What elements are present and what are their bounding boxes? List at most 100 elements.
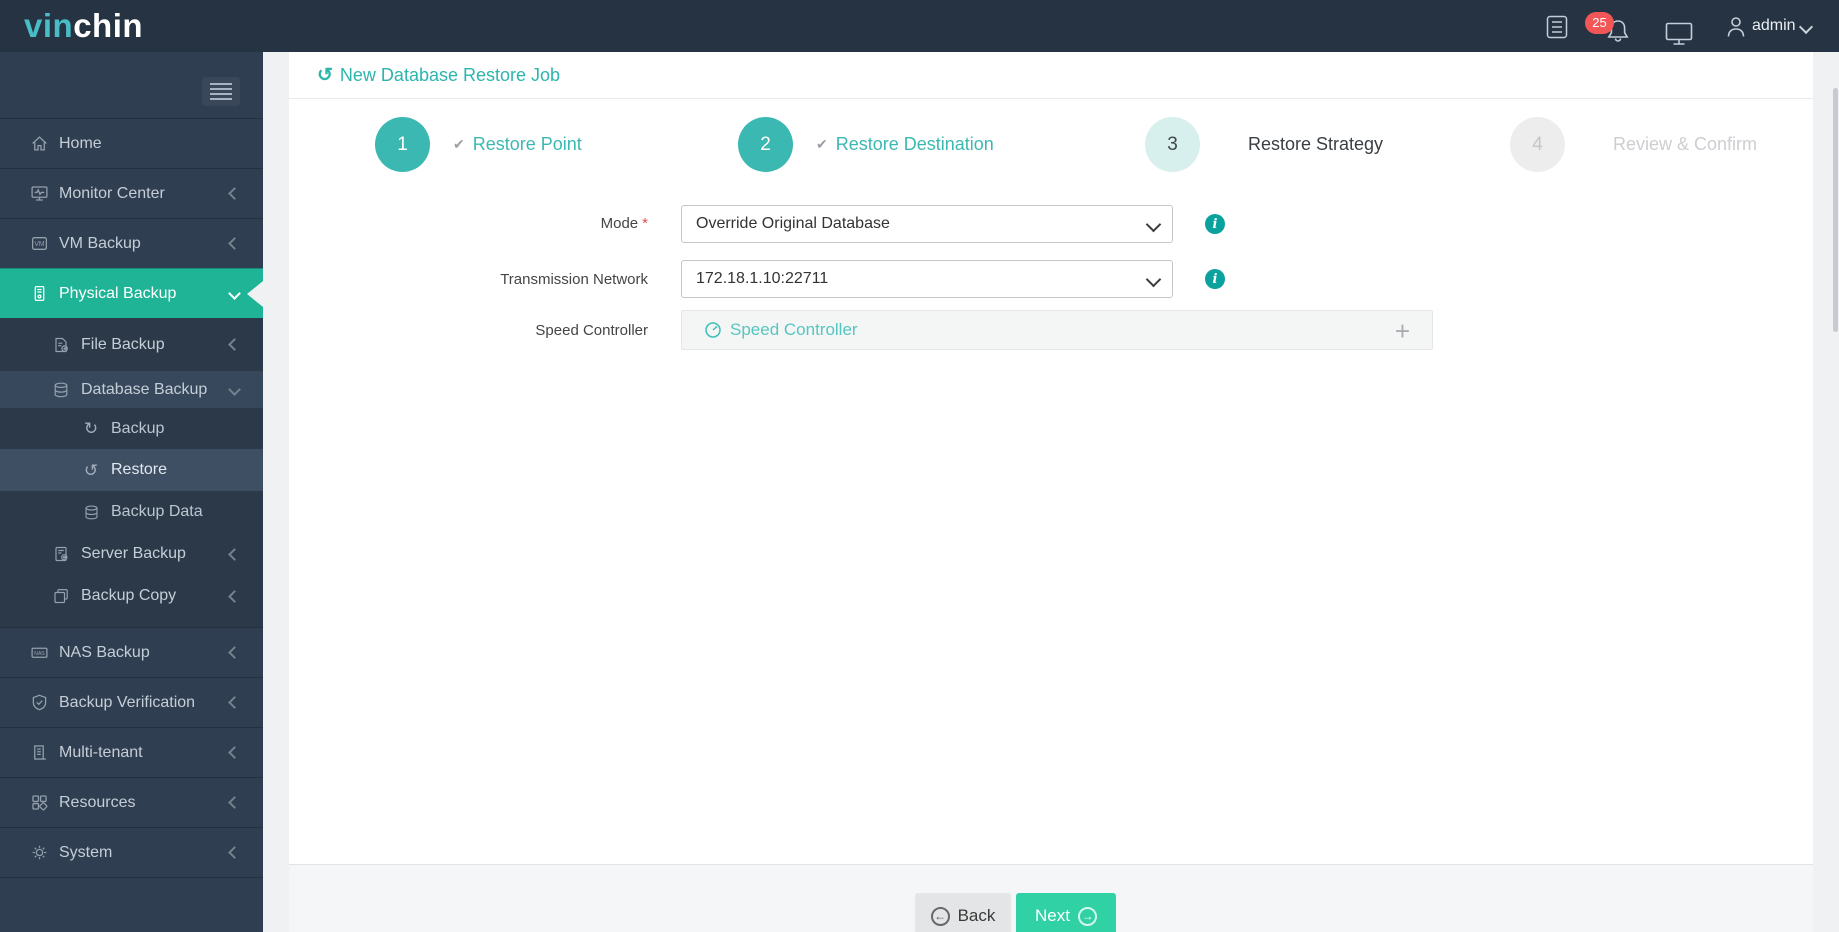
svg-text:VM: VM: [34, 241, 45, 248]
file-backup-icon: [50, 336, 72, 354]
sidebar-item-backup-verification[interactable]: Backup Verification: [0, 677, 263, 727]
sidebar-item-backup[interactable]: ↻ Backup: [0, 408, 263, 449]
speedometer-icon: [704, 321, 722, 339]
sidebar-item-label: Monitor Center: [59, 184, 165, 202]
physical-backup-submenu: File Backup Database Backup ↻ Backup ↺ R…: [0, 318, 263, 627]
speed-controller-placeholder: Speed Controller: [730, 320, 858, 339]
step-number: 2: [760, 133, 771, 155]
report-list-icon[interactable]: [1546, 15, 1568, 39]
step-number: 1: [397, 133, 408, 155]
sidebar-item-label: Multi-tenant: [59, 743, 143, 761]
required-marker: *: [642, 215, 648, 232]
grid-icon: [28, 793, 50, 812]
sidebar-item-label: Physical Backup: [59, 284, 177, 302]
mode-info-icon[interactable]: i: [1205, 214, 1225, 234]
svg-text:NAS: NAS: [34, 651, 45, 657]
chevron-left-icon: [228, 338, 241, 351]
check-icon: ✔: [816, 136, 828, 152]
backup-copy-icon: [50, 587, 72, 605]
vinchin-logo: vinchin: [24, 0, 143, 52]
step-number: 3: [1167, 133, 1178, 155]
step-label: Restore Destination: [835, 134, 994, 154]
sidebar-item-label: File Backup: [81, 335, 165, 353]
topbar: vinchin 25 admin: [0, 0, 1839, 52]
step-number-circle: 4: [1510, 117, 1565, 172]
step-restore-strategy: 3 Restore Strategy: [1145, 117, 1383, 172]
sidebar-item-backup-data[interactable]: Backup Data: [0, 491, 263, 533]
page-title: ↺ New Database Restore Job: [317, 52, 560, 99]
mode-select-value: Override Original Database: [696, 215, 890, 232]
next-button-label: Next: [1035, 906, 1070, 925]
sidebar-item-resources[interactable]: Resources: [0, 777, 263, 827]
back-button-label: Back: [957, 906, 996, 925]
sidebar-item-vm-backup[interactable]: VM VM Backup: [0, 218, 263, 268]
sidebar-item-physical-backup[interactable]: Physical Backup: [0, 268, 263, 318]
gear-icon: [28, 843, 50, 862]
building-icon: [28, 743, 50, 762]
step-restore-point: 1 ✔ Restore Point: [375, 117, 582, 172]
sidebar-item-restore[interactable]: ↺ Restore: [0, 449, 263, 491]
step-number-circle: 3: [1145, 117, 1200, 172]
step-number-circle: 1: [375, 117, 430, 172]
username-label[interactable]: admin: [1752, 0, 1796, 52]
sidebar-item-label: VM Backup: [59, 234, 141, 252]
speed-controller-label: Speed Controller: [535, 322, 648, 339]
nas-backup-icon: NAS: [28, 643, 50, 662]
back-button[interactable]: ← Back: [915, 893, 1011, 932]
notification-count-badge[interactable]: 25: [1585, 12, 1614, 34]
step-restore-destination: 2 ✔ Restore Destination: [738, 117, 994, 172]
step-number-circle: 2: [738, 117, 793, 172]
chevron-left-icon: [228, 846, 241, 859]
chevron-down-icon: [228, 287, 241, 300]
add-speed-controller-button[interactable]: +: [1395, 313, 1410, 349]
main-panel: ↺ New Database Restore Job 1 ✔ Restore P…: [289, 52, 1813, 932]
sidebar-nav-bottom: NAS NAS Backup Backup Verification Multi…: [0, 627, 263, 878]
arrow-left-circle-icon: ←: [930, 906, 950, 926]
sidebar-item-file-backup[interactable]: File Backup: [0, 318, 263, 371]
chevron-left-icon: [228, 547, 241, 561]
sidebar-item-label: Resources: [59, 793, 136, 811]
logo-rest: chin: [73, 7, 144, 44]
active-item-notch: [247, 280, 263, 307]
step-label: Restore Strategy: [1248, 134, 1384, 154]
sidebar-item-system[interactable]: System: [0, 827, 263, 877]
check-icon: ✔: [453, 136, 465, 152]
database-icon: [80, 504, 102, 521]
sidebar-item-multi-tenant[interactable]: Multi-tenant: [0, 727, 263, 777]
step-label: Restore Point: [472, 134, 582, 154]
sidebar-item-label: Restore: [111, 461, 168, 478]
sidebar-item-home[interactable]: Home: [0, 118, 263, 168]
sidebar: Home Monitor Center VM VM Backup Physica…: [0, 52, 263, 932]
sidebar-item-backup-copy[interactable]: Backup Copy: [0, 575, 263, 617]
sidebar-item-label: Home: [59, 134, 102, 152]
transmission-network-label: Transmission Network: [500, 271, 648, 288]
sidebar-item-nas-backup[interactable]: NAS NAS Backup: [0, 627, 263, 677]
sidebar-item-database-backup[interactable]: Database Backup: [0, 371, 263, 408]
user-avatar-icon[interactable]: [1725, 15, 1747, 39]
chevron-left-icon: [228, 796, 241, 809]
speed-controller-bar[interactable]: Speed Controller +: [681, 310, 1433, 350]
chevron-left-icon: [228, 696, 241, 709]
restore-circular-arrow-icon: ↺: [83, 460, 99, 480]
mode-select[interactable]: Override Original Database: [681, 205, 1173, 243]
console-monitor-icon[interactable]: [1665, 22, 1693, 46]
sidebar-item-label: Database Backup: [81, 380, 208, 398]
wizard-footer: ← Back Next →: [289, 864, 1813, 932]
sidebar-item-monitor-center[interactable]: Monitor Center: [0, 168, 263, 218]
chevron-left-icon: [228, 746, 241, 759]
chevron-left-icon: [228, 589, 241, 603]
step-number: 4: [1532, 133, 1543, 155]
shield-check-icon: [28, 693, 50, 712]
logo-accent: vin: [24, 7, 74, 44]
chevron-down-icon: [228, 383, 241, 396]
page-title-bar: ↺ New Database Restore Job: [289, 52, 1813, 99]
chevron-down-icon[interactable]: [1798, 19, 1814, 35]
next-button[interactable]: Next →: [1016, 893, 1116, 932]
sidebar-collapse-button[interactable]: [202, 77, 240, 106]
transmission-network-select[interactable]: 172.18.1.10:22711: [681, 260, 1173, 298]
server-backup-icon: [50, 545, 72, 563]
transmission-network-info-icon[interactable]: i: [1205, 269, 1225, 289]
vertical-scrollbar[interactable]: [1833, 88, 1838, 332]
sidebar-item-label: System: [59, 843, 113, 861]
sidebar-item-server-backup[interactable]: Server Backup: [0, 533, 263, 575]
